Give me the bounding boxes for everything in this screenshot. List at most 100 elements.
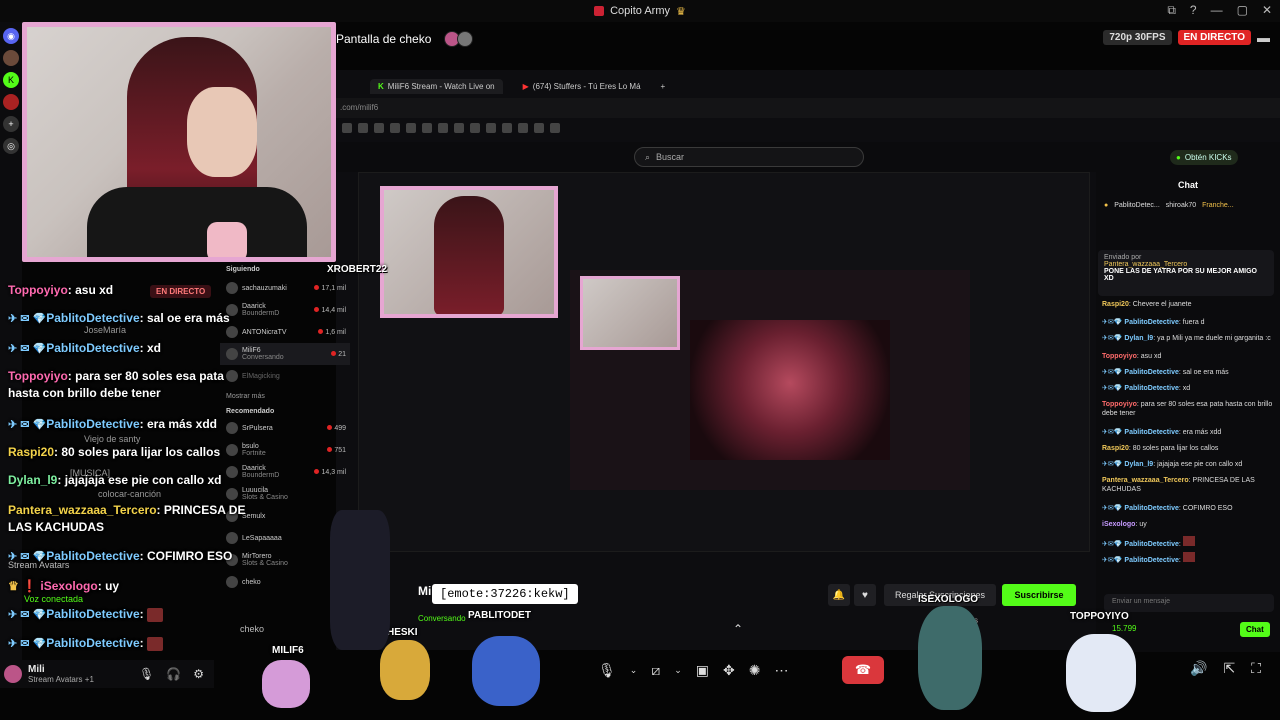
browser-tabs: K MiliF6 Stream - Watch Live on ▶ (674) St… [336, 76, 1280, 96]
search-icon: ⌕ [645, 151, 651, 162]
chat-username: Dylan_l9 [1124, 461, 1154, 468]
bookmark-icon[interactable] [518, 123, 528, 133]
share-screen-icon[interactable]: ▣ [696, 662, 709, 679]
leave-call-icon: ☎ [854, 662, 872, 677]
chat-message[interactable]: Toppoyiyo: para ser 80 soles esa pata ha… [1102, 400, 1274, 419]
resolution-badge: 720p 30FPS [1103, 30, 1172, 45]
bookmark-icon[interactable] [470, 123, 480, 133]
discord-home-icon[interactable]: ◉ [3, 28, 19, 44]
pinned-message[interactable]: Enviado por Pantera_wazzaaa_Tercero PONE… [1098, 250, 1274, 296]
chat-username: Raspi20 [1102, 445, 1129, 452]
new-tab-icon[interactable]: + [661, 82, 666, 91]
chat-message[interactable]: ✈✉💎 Dylan_l9: ya p Mili ya me duele mi g… [1102, 334, 1274, 343]
ghost-text: [MUSICA] [70, 468, 111, 478]
avatar-name: MILIF6 [272, 645, 304, 656]
stream-category[interactable]: Conversando [418, 614, 466, 623]
bell-icon[interactable]: 🔔 [828, 584, 850, 606]
help-icon[interactable]: ? [1190, 3, 1197, 18]
badge-icons: ✈ ✉ 💎 [8, 313, 47, 325]
chat-username: PablitoDetective [46, 311, 140, 325]
bookmark-icon[interactable] [390, 123, 400, 133]
ghost-text: JoseMaría [84, 325, 127, 335]
overlay-chat-message: ✈ ✉ 💎PablitoDetective: era más xdd [8, 417, 218, 431]
chat-message[interactable]: ✈✉💎 Dylan_l9: jajajaja ese pie con callo… [1102, 460, 1274, 469]
chat-message[interactable]: Toppoyiyo: asu xd [1102, 352, 1274, 361]
bookmark-icon[interactable] [374, 123, 384, 133]
overlay-chat-message: Toppoyiyo: para ser 80 soles esa pata ha… [8, 369, 224, 401]
bookmark-icon[interactable] [406, 123, 416, 133]
server-icon[interactable] [3, 50, 19, 66]
camera-off-icon[interactable]: ⧄ [651, 662, 660, 679]
bookmark-icon[interactable] [438, 123, 448, 133]
subscribe-button[interactable]: Suscribirse [1002, 584, 1076, 606]
bookmark-icon[interactable] [454, 123, 464, 133]
soundboard-icon[interactable]: ✺ [749, 662, 761, 679]
bookmark-icon[interactable] [550, 123, 560, 133]
chat-text: COFIMRO ESO [146, 549, 233, 563]
badge-icons: ✈✉💎 [1102, 385, 1125, 392]
popout-icon[interactable]: ⇱ [1223, 660, 1235, 677]
inbox-icon[interactable]: ⧉ [1167, 3, 1176, 18]
chat-message[interactable]: ✈✉💎 PablitoDetective: [1102, 536, 1274, 549]
heart-icon[interactable]: ♥ [854, 584, 876, 606]
chat-text: sal oe era más [146, 311, 230, 325]
bookmark-icon[interactable] [534, 123, 544, 133]
settings-icon[interactable]: ⚙ [193, 667, 204, 681]
activities-icon[interactable]: ✥ [723, 662, 735, 679]
leave-call-button[interactable]: ☎ [842, 656, 884, 684]
badge-icons: ✈ ✉ 💎 [8, 419, 47, 431]
expand-icon[interactable]: ⌃ [733, 622, 743, 636]
chat-message[interactable]: ✈✉💎 PablitoDetective: COFIMRO ESO [1102, 504, 1274, 513]
chat-message[interactable]: Raspi20: 80 soles para lijar los callos [1102, 444, 1274, 453]
browser-tab[interactable]: ▶ (674) Stuffers - Tú Eres Lo Má [515, 79, 649, 94]
bookmark-icon[interactable] [342, 123, 352, 133]
headphones-icon[interactable]: 🎧 [166, 667, 181, 681]
bookmark-icon[interactable] [422, 123, 432, 133]
more-icon[interactable]: ⋯ [774, 662, 788, 679]
chat-message[interactable]: ✈✉💎 PablitoDetective: [1102, 552, 1274, 565]
chat-input[interactable]: Enviar un mensaje [1104, 594, 1274, 612]
kick-server-icon[interactable]: K [3, 72, 19, 88]
chat-text: fuera d [1182, 319, 1205, 326]
mic-icon[interactable]: 🎙︎ [598, 662, 616, 679]
chat-message[interactable]: Pantera_wazzaaa_Tercero: PRINCESA DE LAS… [1102, 476, 1274, 495]
channel-points[interactable]: 15.799 [1112, 624, 1136, 633]
chevron-down-icon[interactable]: ⌄ [630, 665, 638, 676]
minimize-button[interactable]: — [1211, 3, 1223, 18]
get-kicks-button[interactable]: ● Obtén KICKs [1170, 150, 1238, 165]
bookmark-icon[interactable] [486, 123, 496, 133]
maximize-button[interactable]: ▢ [1237, 3, 1248, 18]
webcam-feed [22, 22, 336, 262]
search-input[interactable]: ⌕ Buscar [634, 147, 864, 167]
chat-username: Pantera_wazzaaa_Tercero [8, 503, 157, 517]
chat-message[interactable]: ✈✉💎 PablitoDetective: fuera d [1102, 318, 1274, 327]
window-titlebar: Copito Army ♛ ⧉ ? — ▢ ✕ [0, 0, 1280, 22]
chat-message[interactable]: ✈✉💎 PablitoDetective: era más xdd [1102, 428, 1274, 437]
fullscreen-icon[interactable]: ⛶ [1251, 660, 1261, 677]
close-button[interactable]: ✕ [1262, 3, 1272, 18]
server-icon[interactable] [3, 94, 19, 110]
chevron-down-icon[interactable]: ⌄ [674, 665, 682, 676]
chat-message[interactable]: Raspi20: Chevere el juanete [1102, 300, 1274, 309]
chat-username: PablitoDetective [46, 607, 140, 621]
avatar[interactable] [4, 665, 22, 683]
streamer-name[interactable]: Mi [418, 584, 431, 598]
explore-icon[interactable]: ◎ [3, 138, 19, 154]
mic-icon[interactable]: 🎙 [139, 667, 154, 681]
bookmark-icon[interactable] [502, 123, 512, 133]
chat-username: PablitoDetective [1124, 429, 1179, 436]
chat-message[interactable]: iSexologo: uy [1102, 520, 1274, 529]
popout-icon[interactable]: ▬ [1257, 30, 1270, 45]
chat-message[interactable]: ✈✉💎 PablitoDetective: sal oe era más [1102, 368, 1274, 377]
add-server-icon[interactable]: + [3, 116, 19, 132]
overlay-chat-message: ✈ ✉ 💎PablitoDetective: xd [8, 341, 161, 355]
chat-username: PablitoDetective [1124, 385, 1179, 392]
volume-icon[interactable]: 🔊 [1190, 660, 1207, 677]
bookmark-icon[interactable] [358, 123, 368, 133]
chat-text: Chevere el juanete [1132, 301, 1192, 308]
address-bar[interactable]: .com/milif6 [336, 98, 1280, 118]
overlay-chat-message: ✈ ✉ 💎PablitoDetective: [8, 635, 248, 653]
send-chat-button[interactable]: Chat [1240, 622, 1270, 637]
browser-tab[interactable]: K MiliF6 Stream - Watch Live on [370, 78, 503, 94]
chat-message[interactable]: ✈✉💎 PablitoDetective: xd [1102, 384, 1274, 393]
